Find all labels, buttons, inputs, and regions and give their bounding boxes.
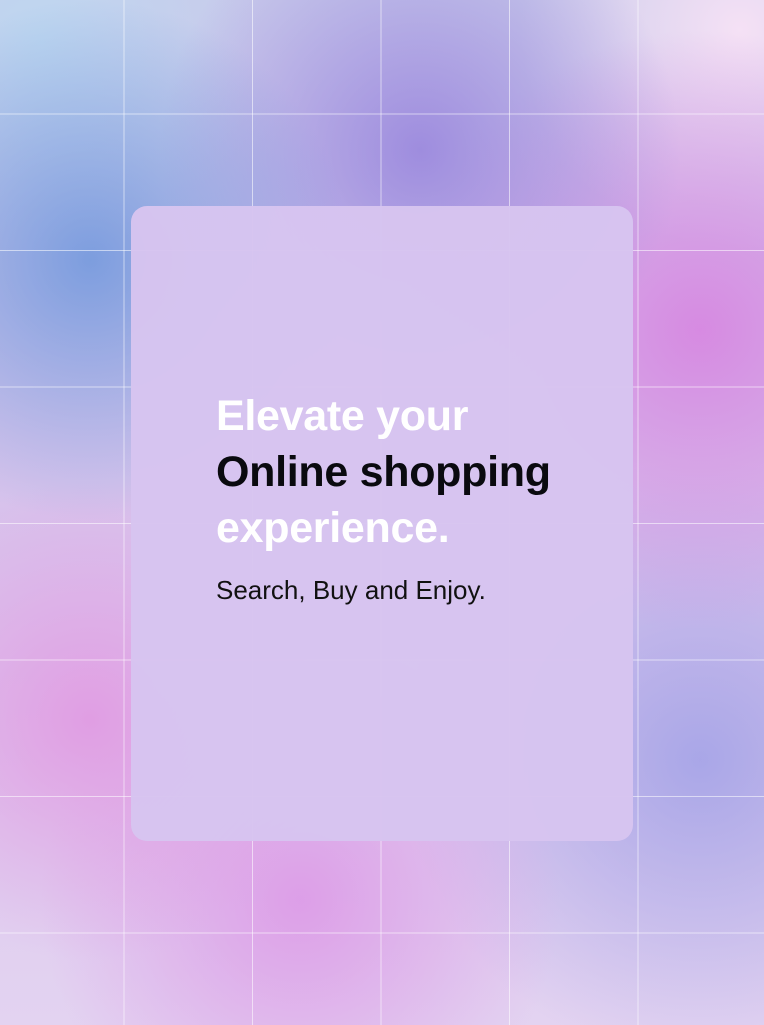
hero-headline: Elevate your Online shopping experience.	[216, 388, 551, 556]
headline-line-1: Elevate your	[216, 392, 469, 440]
headline-line-2: Online shopping	[216, 448, 551, 496]
headline-line-3: experience.	[216, 504, 450, 552]
hero-card: Elevate your Online shopping experience.…	[131, 206, 633, 841]
hero-tagline: Search, Buy and Enjoy.	[216, 575, 486, 605]
